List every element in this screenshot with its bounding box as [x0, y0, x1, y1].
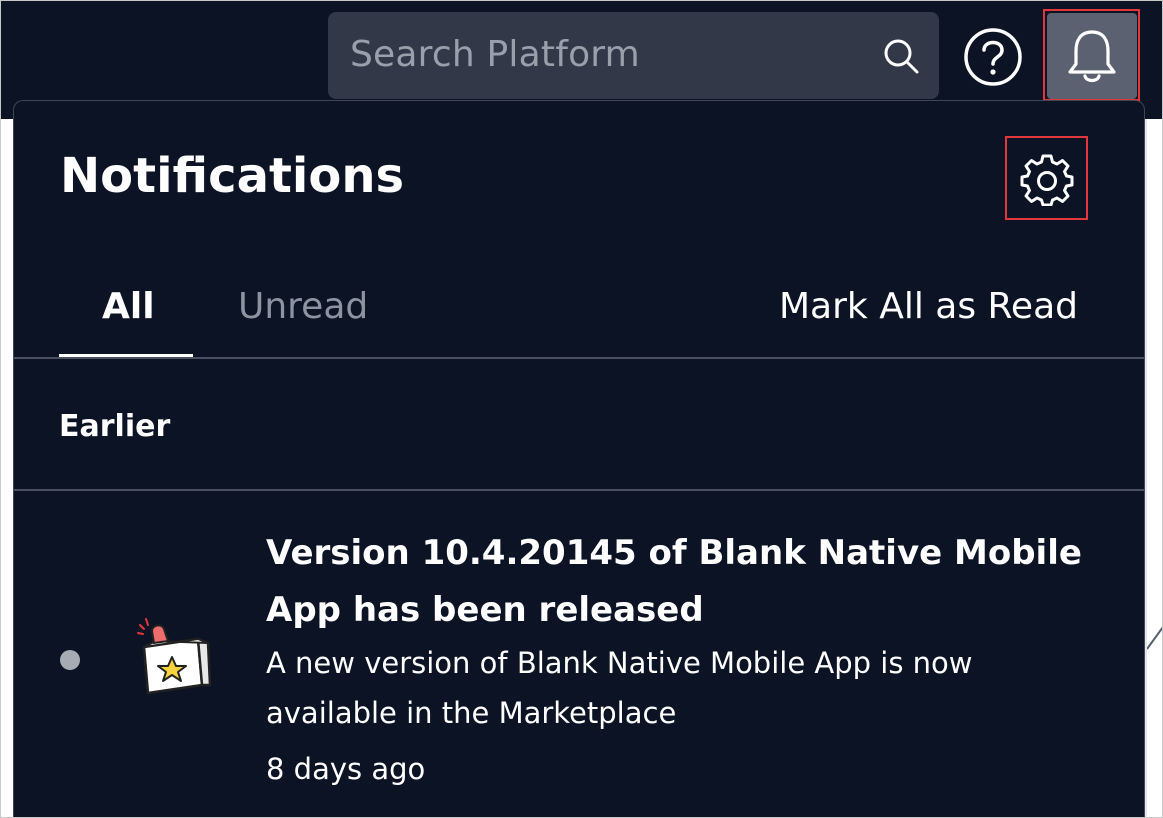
notification-body: A new version of Blank Native Mobile App…: [266, 646, 973, 730]
tabs-divider: [14, 357, 1144, 359]
notification-settings-button[interactable]: [1005, 136, 1088, 220]
tab-unread[interactable]: Unread: [238, 286, 368, 327]
tab-all[interactable]: All: [102, 286, 155, 327]
background-chart-fragment: [1147, 626, 1162, 650]
gear-icon: [1020, 154, 1074, 206]
search-icon[interactable]: [881, 36, 921, 76]
notification-title: Version 10.4.20145 of Blank Native Mobil…: [266, 533, 1082, 630]
background-divider: [1145, 119, 1147, 817]
section-divider: [14, 489, 1144, 491]
notification-timestamp: 8 days ago: [266, 752, 426, 786]
release-box-icon: [137, 618, 212, 695]
notifications-panel: Notifications All Unread Mark All as Rea…: [13, 100, 1145, 817]
panel-title: Notifications: [60, 148, 405, 204]
search-input[interactable]: Search Platform: [328, 12, 939, 99]
unread-indicator: [60, 650, 80, 670]
question-circle-icon[interactable]: [962, 26, 1024, 88]
mark-all-read-button[interactable]: Mark All as Read: [779, 286, 1078, 327]
app-window: Search Platform Notifications All Unread: [0, 0, 1163, 818]
notifications-button[interactable]: [1047, 13, 1137, 99]
search-placeholder: Search Platform: [350, 34, 640, 75]
section-label-earlier: Earlier: [59, 409, 171, 444]
bell-icon: [1068, 30, 1116, 83]
